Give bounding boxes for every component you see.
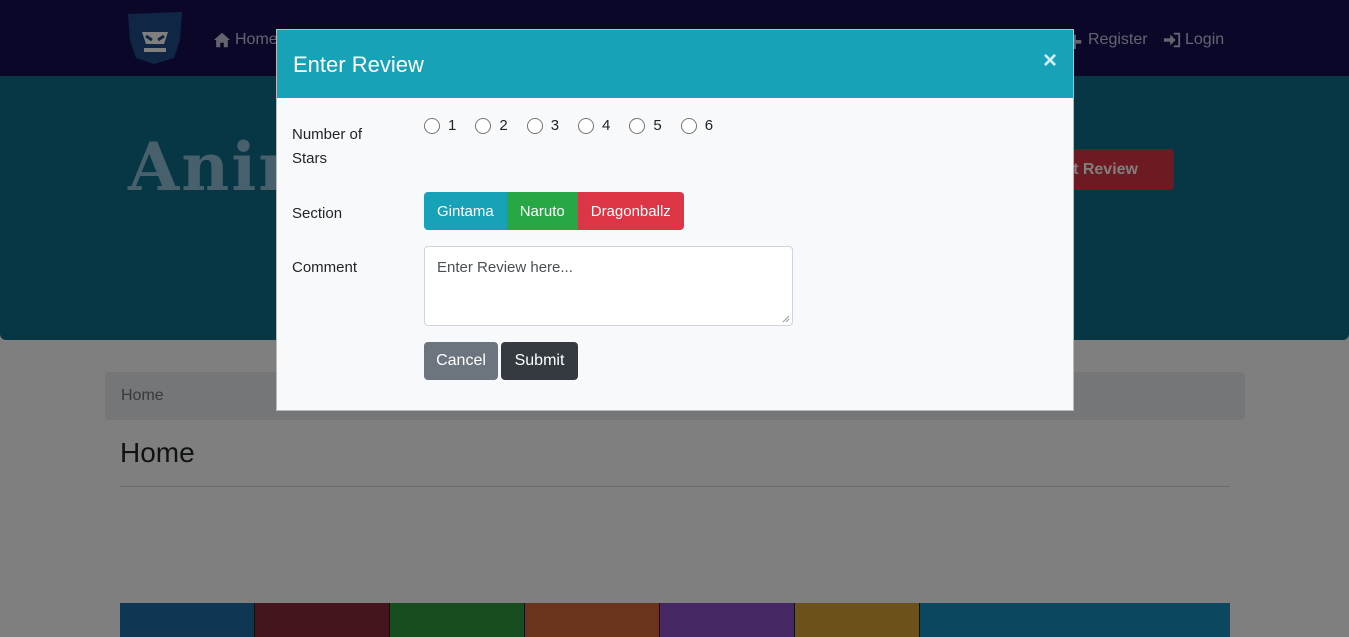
stars-radio-group: 1 2 3 4 5 6 xyxy=(424,117,732,134)
section-naruto-button[interactable]: Naruto xyxy=(506,192,578,230)
radio-button[interactable] xyxy=(578,117,595,134)
star-option-1[interactable]: 1 xyxy=(424,117,456,134)
star-option-5[interactable]: 5 xyxy=(629,117,662,134)
star-option-4[interactable]: 4 xyxy=(578,117,610,134)
radio-button[interactable] xyxy=(424,117,440,134)
comment-placeholder: Enter Review here... xyxy=(437,259,573,276)
review-modal: Enter Review × Number of Stars 1 2 3 4 5… xyxy=(276,29,1074,411)
radio-button[interactable] xyxy=(629,117,646,134)
section-gintama-button[interactable]: Gintama xyxy=(424,192,507,230)
close-icon[interactable]: × xyxy=(1043,47,1057,75)
section-label: Section xyxy=(292,205,343,222)
resize-handle-icon[interactable] xyxy=(782,315,790,323)
section-button-group: Gintama Naruto Dragonballz xyxy=(424,192,684,230)
stars-label: Number of Stars xyxy=(292,126,363,167)
star-option-3[interactable]: 3 xyxy=(526,117,560,134)
star-option-label: 6 xyxy=(704,117,714,134)
comment-label: Comment xyxy=(292,259,358,276)
comment-textarea[interactable]: Enter Review here... xyxy=(424,246,793,326)
star-option-2[interactable]: 2 xyxy=(475,117,508,134)
submit-button[interactable]: Submit xyxy=(501,342,578,380)
star-option-label: 1 xyxy=(448,117,457,134)
star-option-6[interactable]: 6 xyxy=(680,117,714,134)
star-option-label: 4 xyxy=(602,117,611,134)
radio-button[interactable] xyxy=(680,117,697,134)
cancel-button[interactable]: Cancel xyxy=(424,342,498,380)
star-option-label: 2 xyxy=(499,117,508,134)
star-option-label: 5 xyxy=(653,117,662,134)
star-option-label: 3 xyxy=(550,117,560,134)
radio-button[interactable] xyxy=(475,117,492,134)
section-dragonballz-button[interactable]: Dragonballz xyxy=(577,192,684,230)
radio-button[interactable] xyxy=(526,117,543,134)
modal-title: Enter Review xyxy=(293,52,424,77)
modal-header: Enter Review × xyxy=(277,30,1073,98)
